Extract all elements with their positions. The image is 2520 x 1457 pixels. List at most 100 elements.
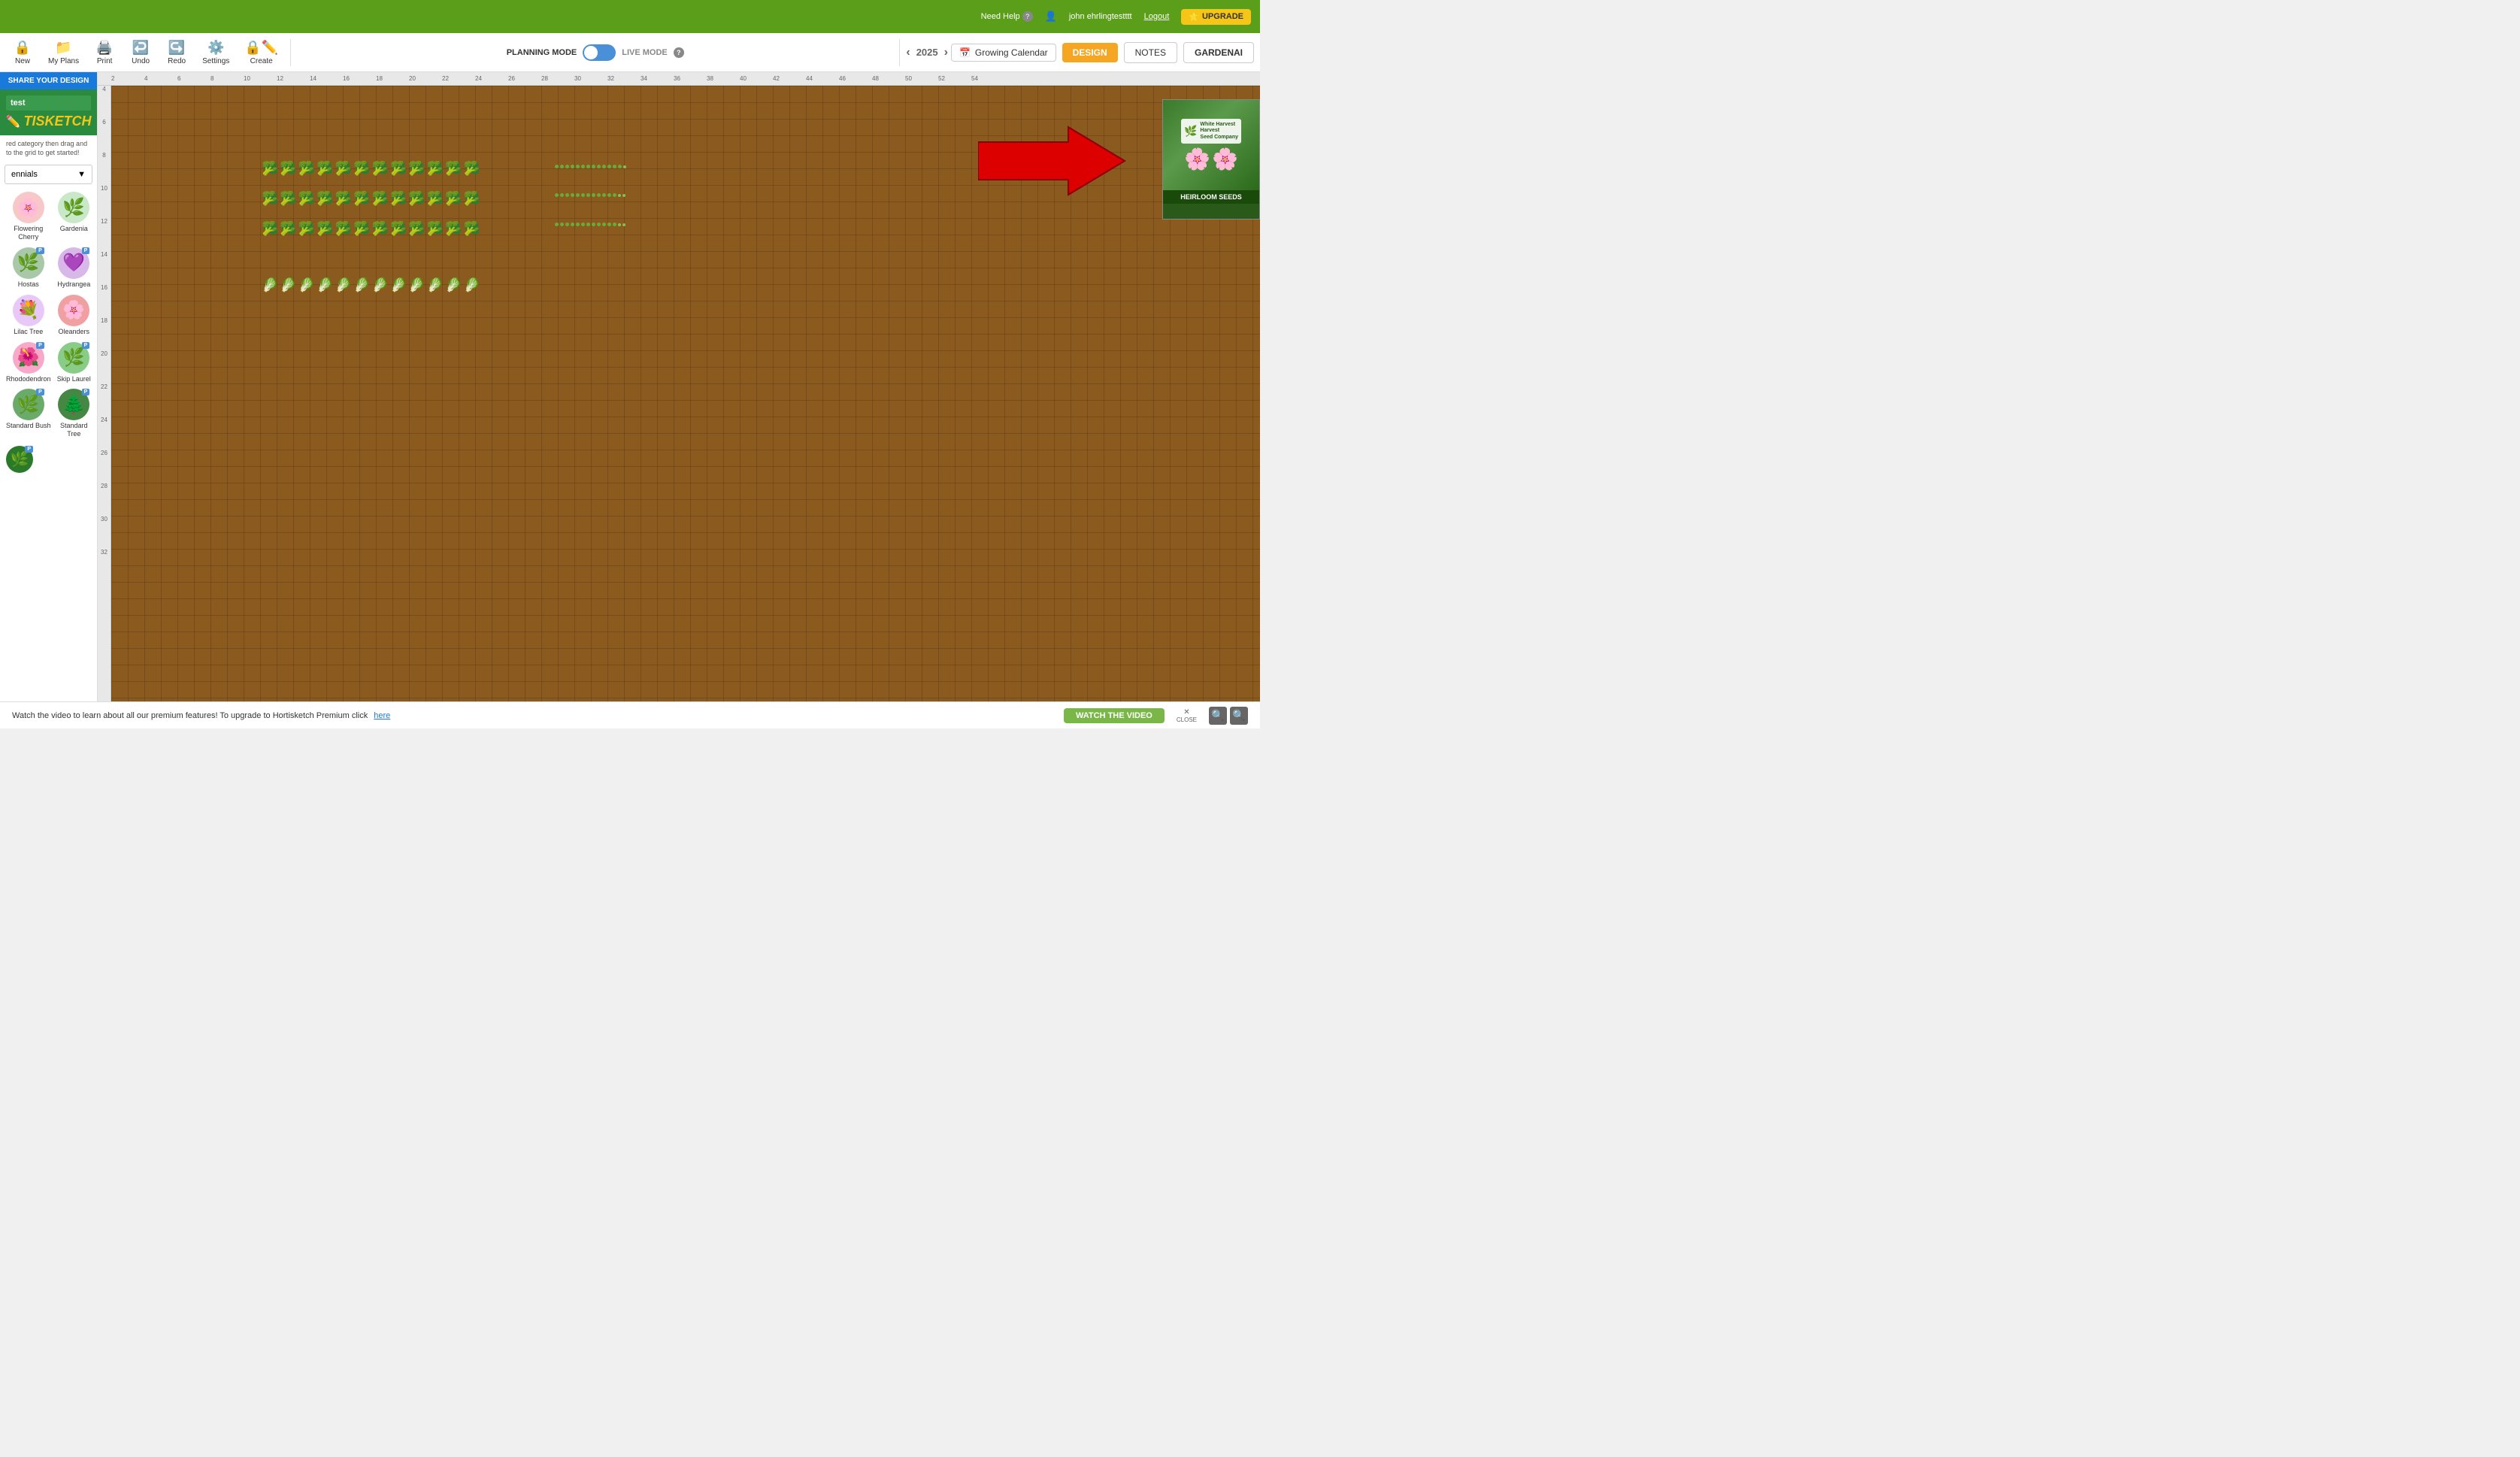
plant-item-gardenia[interactable]: 🌿 Gardenia — [56, 190, 92, 243]
notification-link[interactable]: here — [374, 711, 390, 720]
watch-video-button[interactable]: WATCH THE VIDEO — [1064, 708, 1165, 723]
broccoli-r3-2[interactable]: 🥦 — [280, 221, 296, 237]
growing-calendar-button[interactable]: 📅 Growing Calendar — [951, 44, 1056, 62]
broccoli-row-2: 🥦 🥦 🥦 🥦 🥦 🥦 🥦 🥦 🥦 🥦 🥦 🥦 — [262, 191, 480, 207]
cabbage-2[interactable]: 🥬 — [280, 277, 296, 293]
broccoli-r2-8[interactable]: 🥦 — [390, 191, 407, 207]
plant-item-oleanders[interactable]: 🌸 Oleanders — [56, 293, 92, 338]
cabbage-12[interactable]: 🥬 — [464, 277, 480, 293]
broccoli-r3-3[interactable]: 🥦 — [298, 221, 315, 237]
cabbage-10[interactable]: 🥬 — [427, 277, 444, 293]
garden-grid[interactable]: 🥦 🥦 🥦 🥦 🥦 🥦 🥦 🥦 🥦 🥦 🥦 🥦 🥦 🥦 🥦 🥦 🥦 — [111, 86, 1260, 701]
plant-item-hydrangea[interactable]: 💜 P Hydrangea — [56, 246, 92, 290]
cabbage-8[interactable]: 🥬 — [390, 277, 407, 293]
cabbage-9[interactable]: 🥬 — [408, 277, 425, 293]
broccoli-r2-1[interactable]: 🥦 — [262, 191, 278, 207]
undo-button[interactable]: ↩️ Undo — [124, 37, 157, 68]
redo-button[interactable]: ↪️ Redo — [160, 37, 193, 68]
flowering-cherry-icon: 🌸 — [17, 197, 40, 219]
ruler-mark-top: 28 — [541, 75, 548, 82]
settings-button[interactable]: ⚙️ Settings — [196, 37, 235, 68]
gardenai-button[interactable]: GARDENAI — [1183, 42, 1254, 63]
oleanders-icon: 🌸 — [62, 299, 85, 321]
plant-item-hostas[interactable]: 🌿 P Hostas — [5, 246, 53, 290]
cabbage-7[interactable]: 🥬 — [372, 277, 389, 293]
broccoli-r2-10[interactable]: 🥦 — [427, 191, 444, 207]
logout-link[interactable]: Logout — [1144, 12, 1170, 21]
close-x-icon: ✕ — [1183, 708, 1189, 716]
broccoli-r3-10[interactable]: 🥦 — [427, 221, 444, 237]
cabbage-6[interactable]: 🥬 — [353, 277, 370, 293]
broccoli-r3-4[interactable]: 🥦 — [317, 221, 333, 237]
plant-item-skip-laurel[interactable]: 🌿 P Skip Laurel — [56, 341, 92, 385]
close-notification-button[interactable]: ✕ CLOSE — [1177, 708, 1197, 723]
create-button[interactable]: 🔒✏️ Create — [238, 37, 284, 68]
broccoli-3[interactable]: 🥦 — [298, 161, 315, 177]
broccoli-10[interactable]: 🥦 — [427, 161, 444, 177]
broccoli-r3-7[interactable]: 🥦 — [372, 221, 389, 237]
broccoli-r2-3[interactable]: 🥦 — [298, 191, 315, 207]
broccoli-r3-9[interactable]: 🥦 — [408, 221, 425, 237]
broccoli-2[interactable]: 🥦 — [280, 161, 296, 177]
broccoli-6[interactable]: 🥦 — [353, 161, 370, 177]
broccoli-r2-4[interactable]: 🥦 — [317, 191, 333, 207]
broccoli-11[interactable]: 🥦 — [445, 161, 462, 177]
canvas-area[interactable]: 2468101214161820222426283032343638404244… — [98, 72, 1260, 701]
cabbage-3[interactable]: 🥬 — [298, 277, 315, 293]
cabbage-5[interactable]: 🥬 — [335, 277, 352, 293]
category-dropdown[interactable]: ennials ▼ — [5, 165, 92, 184]
zoom-in-button[interactable]: 🔍 — [1230, 707, 1248, 725]
broccoli-r2-7[interactable]: 🥦 — [372, 191, 389, 207]
broccoli-r2-12[interactable]: 🥦 — [464, 191, 480, 207]
broccoli-r3-11[interactable]: 🥦 — [445, 221, 462, 237]
ad-banner[interactable]: 🌿 White Harvest Harvest Seed Company 🌸 🌸 — [1162, 99, 1260, 220]
broccoli-r2-5[interactable]: 🥦 — [335, 191, 352, 207]
notes-button[interactable]: NOTES — [1124, 42, 1177, 63]
design-button[interactable]: DESIGN — [1062, 43, 1118, 62]
year-prev-button[interactable]: ‹ — [906, 46, 910, 59]
plant-item-flowering-cherry[interactable]: 🌸 Flowering Cherry — [5, 190, 53, 243]
broccoli-5[interactable]: 🥦 — [335, 161, 352, 177]
broccoli-7[interactable]: 🥦 — [372, 161, 389, 177]
broccoli-9[interactable]: 🥦 — [408, 161, 425, 177]
cabbage-11[interactable]: 🥬 — [445, 277, 462, 293]
rhododendron-icon: 🌺 — [17, 347, 40, 368]
broccoli-r2-2[interactable]: 🥦 — [280, 191, 296, 207]
broccoli-r2-9[interactable]: 🥦 — [408, 191, 425, 207]
sidebar-instructions: red category then drag and to the grid t… — [0, 135, 97, 162]
mode-toggle-switch[interactable] — [583, 44, 616, 61]
plant-item-lilac-tree[interactable]: 💐 Lilac Tree — [5, 293, 53, 338]
help-link[interactable]: Need Help ? — [981, 11, 1033, 22]
my-plans-button[interactable]: 📁 My Plans — [42, 37, 85, 68]
broccoli-8[interactable]: 🥦 — [390, 161, 407, 177]
upgrade-button[interactable]: ⭐ UPGRADE — [1181, 9, 1251, 25]
broccoli-r3-12[interactable]: 🥦 — [464, 221, 480, 237]
share-design-button[interactable]: SHARE YOUR DESIGN — [0, 72, 97, 89]
ruler-top: 2468101214161820222426283032343638404244… — [98, 72, 1260, 86]
broccoli-12[interactable]: 🥦 — [464, 161, 480, 177]
broccoli-4[interactable]: 🥦 — [317, 161, 333, 177]
cabbage-4[interactable]: 🥬 — [317, 277, 333, 293]
zoom-out-button[interactable]: 🔍 — [1209, 707, 1227, 725]
plant-item-standard-bush[interactable]: 🌿 P Standard Bush — [5, 387, 53, 440]
plant-item-standard-tree[interactable]: 🌲 P Standard Tree — [56, 387, 92, 440]
broccoli-r3-6[interactable]: 🥦 — [353, 221, 370, 237]
broccoli-r3-8[interactable]: 🥦 — [390, 221, 407, 237]
cabbage-1[interactable]: 🥬 — [262, 277, 278, 293]
mode-toggle: PLANNING MODE LIVE MODE ? — [297, 44, 893, 61]
broccoli-1[interactable]: 🥦 — [262, 161, 278, 177]
ruler-mark-top: 46 — [839, 75, 846, 82]
broccoli-r3-1[interactable]: 🥦 — [262, 221, 278, 237]
new-button[interactable]: 🔒 New — [6, 37, 39, 68]
broccoli-r3-5[interactable]: 🥦 — [335, 221, 352, 237]
broccoli-r2-6[interactable]: 🥦 — [353, 191, 370, 207]
plant-item-rhododendron[interactable]: 🌺 P Rhododendron — [5, 341, 53, 385]
broccoli-r2-11[interactable]: 🥦 — [445, 191, 462, 207]
cabbage-row: 🥬 🥬 🥬 🥬 🥬 🥬 🥬 🥬 🥬 🥬 🥬 🥬 — [262, 277, 480, 293]
ruler-mark-left: 26 — [101, 450, 108, 456]
ruler-mark-top: 24 — [475, 75, 482, 82]
project-name-input[interactable] — [6, 95, 91, 111]
year-next-button[interactable]: › — [944, 46, 948, 59]
logo-text: TISKETCH — [23, 114, 91, 129]
print-button[interactable]: 🖨️ Print — [88, 37, 121, 68]
